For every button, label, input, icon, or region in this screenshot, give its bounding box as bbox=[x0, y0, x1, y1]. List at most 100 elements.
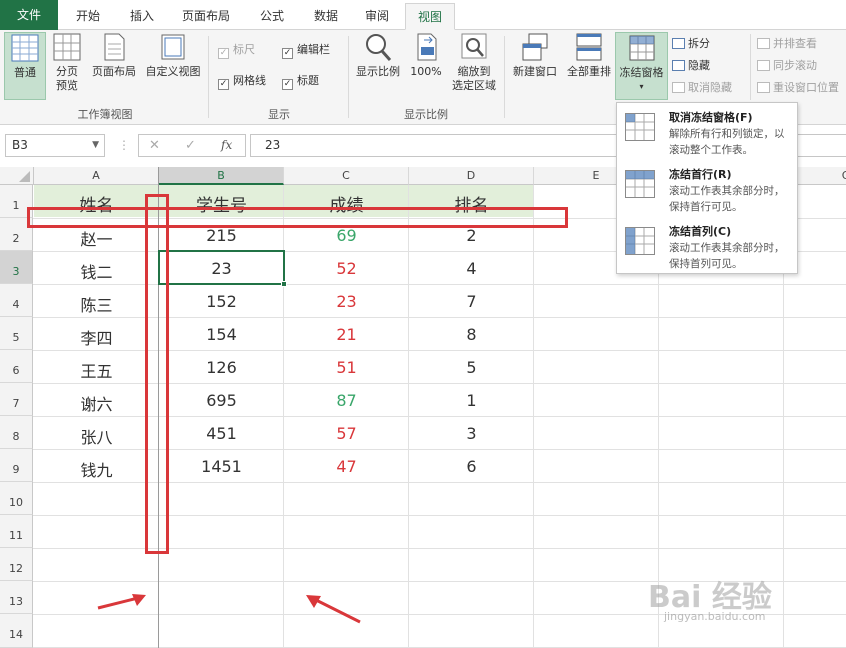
table-cell[interactable]: 47 bbox=[284, 457, 409, 476]
page-break-preview-button[interactable]: 分页 预览 bbox=[48, 32, 86, 100]
new-window-button[interactable]: 新建窗口 bbox=[508, 32, 562, 100]
table-cell[interactable]: 钱九 bbox=[34, 457, 159, 481]
table-cell[interactable]: 87 bbox=[284, 391, 409, 410]
zoom-to-selection-button[interactable]: 缩放到 选定区域 bbox=[448, 32, 500, 100]
table-cell[interactable]: 23 bbox=[284, 292, 409, 311]
headings-checkbox[interactable]: ✓ 标题 bbox=[282, 74, 319, 90]
table-cell[interactable]: 152 bbox=[159, 292, 284, 311]
new-window-label: 新建窗口 bbox=[513, 65, 557, 78]
column-header-b[interactable]: B bbox=[159, 167, 284, 185]
custom-views-button[interactable]: 自定义视图 bbox=[142, 32, 204, 100]
row-header[interactable]: 13 bbox=[0, 581, 33, 614]
table-cell[interactable]: 2 bbox=[409, 226, 534, 245]
cancel-icon[interactable]: ✕ bbox=[149, 138, 160, 153]
menu-item-desc: 滚动工作表其余部分时，保持首列可见。 bbox=[669, 242, 785, 270]
group-label-show: 显示 bbox=[268, 108, 290, 121]
menu-item-title: 冻结首行(R) bbox=[669, 168, 732, 181]
menu-item-freeze-first-column[interactable]: 冻结首列(C) 滚动工作表其余部分时，保持首列可见。 bbox=[617, 219, 797, 275]
column-header-d[interactable]: D bbox=[409, 167, 534, 185]
tab-data[interactable]: 数据 bbox=[300, 3, 352, 30]
row-header[interactable]: 10 bbox=[0, 482, 33, 515]
table-cell[interactable]: 8 bbox=[409, 325, 534, 344]
column-header-a[interactable]: A bbox=[34, 167, 159, 185]
select-all-corner[interactable] bbox=[0, 167, 34, 185]
row-header[interactable]: 3 bbox=[0, 251, 33, 284]
table-cell[interactable]: 215 bbox=[159, 226, 284, 245]
table-cell[interactable]: 5 bbox=[409, 358, 534, 377]
zoom-100-button[interactable]: 100% bbox=[406, 32, 446, 100]
table-cell[interactable]: 6 bbox=[409, 457, 534, 476]
row-header[interactable]: 7 bbox=[0, 383, 33, 416]
hide-label: 隐藏 bbox=[688, 59, 710, 72]
row-header[interactable]: 14 bbox=[0, 614, 33, 648]
table-cell[interactable]: 21 bbox=[284, 325, 409, 344]
side-by-side-icon bbox=[757, 38, 770, 49]
arrange-all-button[interactable]: 全部重排 bbox=[563, 32, 615, 100]
enter-icon[interactable]: ✓ bbox=[185, 138, 196, 153]
checkbox-checked-icon: ✓ bbox=[218, 48, 229, 59]
table-cell[interactable]: 126 bbox=[159, 358, 284, 377]
table-cell[interactable]: 695 bbox=[159, 391, 284, 410]
menu-item-unfreeze-panes[interactable]: 取消冻结窗格(F) 解除所有行和列锁定，以滚动整个工作表。 bbox=[617, 105, 797, 161]
tab-home[interactable]: 开始 bbox=[62, 3, 114, 30]
hide-icon bbox=[672, 60, 685, 71]
reset-position-icon bbox=[757, 82, 770, 93]
freeze-panes-button[interactable]: 冻结窗格 ▾ bbox=[615, 32, 668, 100]
table-cell[interactable]: 李四 bbox=[34, 325, 159, 349]
unhide-button[interactable]: 取消隐藏 bbox=[672, 81, 732, 95]
formula-bar-checkbox[interactable]: ✓ 编辑栏 bbox=[282, 43, 330, 59]
page-layout-view-button[interactable]: 页面布局 bbox=[88, 32, 140, 100]
gridlines-checkbox[interactable]: ✓ 网格线 bbox=[218, 74, 266, 90]
zoom-100-icon bbox=[412, 32, 440, 62]
name-box[interactable]: B3 ▼ bbox=[5, 134, 105, 157]
tab-page-layout[interactable]: 页面布局 bbox=[170, 3, 242, 30]
sync-scroll-button[interactable]: 同步滚动 bbox=[757, 59, 817, 73]
hide-button[interactable]: 隐藏 bbox=[672, 59, 710, 73]
tab-file[interactable]: 文件 bbox=[0, 0, 58, 30]
tab-review[interactable]: 审阅 bbox=[353, 3, 401, 30]
split-button[interactable]: 拆分 bbox=[672, 37, 710, 51]
tab-insert[interactable]: 插入 bbox=[116, 3, 168, 30]
formula-value: 23 bbox=[265, 138, 281, 152]
ruler-checkbox[interactable]: ✓ 标尺 bbox=[218, 43, 255, 59]
table-cell[interactable]: 1 bbox=[409, 391, 534, 410]
table-cell[interactable]: 谢六 bbox=[34, 391, 159, 415]
row-header[interactable]: 11 bbox=[0, 515, 33, 548]
ribbon-tabs: 文件 开始 插入 页面布局 公式 数据 审阅 视图 bbox=[0, 0, 846, 30]
row-header[interactable]: 9 bbox=[0, 449, 33, 482]
menu-item-freeze-top-row[interactable]: 冻结首行(R) 滚动工作表其余部分时，保持首行可见。 bbox=[617, 162, 797, 218]
table-cell[interactable]: 王五 bbox=[34, 358, 159, 382]
table-cell[interactable]: 1451 bbox=[159, 457, 284, 476]
row-header[interactable]: 12 bbox=[0, 548, 33, 581]
checkbox-checked-icon: ✓ bbox=[218, 79, 229, 90]
tab-formulas[interactable]: 公式 bbox=[246, 3, 298, 30]
table-cell[interactable]: 57 bbox=[284, 424, 409, 443]
reset-window-position-button[interactable]: 重设窗口位置 bbox=[757, 81, 839, 95]
table-cell[interactable]: 7 bbox=[409, 292, 534, 311]
normal-view-button[interactable]: 普通 bbox=[4, 32, 46, 100]
row-header[interactable]: 4 bbox=[0, 284, 33, 317]
zoom-selection-icon bbox=[460, 32, 488, 62]
tab-view[interactable]: 视图 bbox=[405, 3, 455, 30]
table-cell[interactable]: 赵一 bbox=[34, 226, 159, 250]
zoom-button[interactable]: 显示比例 bbox=[352, 32, 404, 100]
insert-function-icon[interactable]: fx bbox=[221, 138, 232, 152]
row-header[interactable]: 6 bbox=[0, 350, 33, 383]
table-cell[interactable]: 52 bbox=[284, 259, 409, 278]
table-cell[interactable]: 154 bbox=[159, 325, 284, 344]
table-cell[interactable]: 3 bbox=[409, 424, 534, 443]
fill-handle[interactable] bbox=[281, 281, 287, 287]
table-cell[interactable]: 451 bbox=[159, 424, 284, 443]
table-cell[interactable]: 钱二 bbox=[34, 259, 159, 283]
checkbox-checked-icon: ✓ bbox=[282, 48, 293, 59]
table-cell[interactable]: 陈三 bbox=[34, 292, 159, 316]
row-header[interactable]: 8 bbox=[0, 416, 33, 449]
table-cell[interactable]: 51 bbox=[284, 358, 409, 377]
table-cell[interactable]: 69 bbox=[284, 226, 409, 245]
table-cell[interactable]: 张八 bbox=[34, 424, 159, 448]
table-cell[interactable]: 4 bbox=[409, 259, 534, 278]
view-side-by-side-button[interactable]: 并排查看 bbox=[757, 37, 817, 51]
row-header[interactable]: 5 bbox=[0, 317, 33, 350]
split-icon bbox=[672, 38, 685, 49]
column-header-c[interactable]: C bbox=[284, 167, 409, 185]
